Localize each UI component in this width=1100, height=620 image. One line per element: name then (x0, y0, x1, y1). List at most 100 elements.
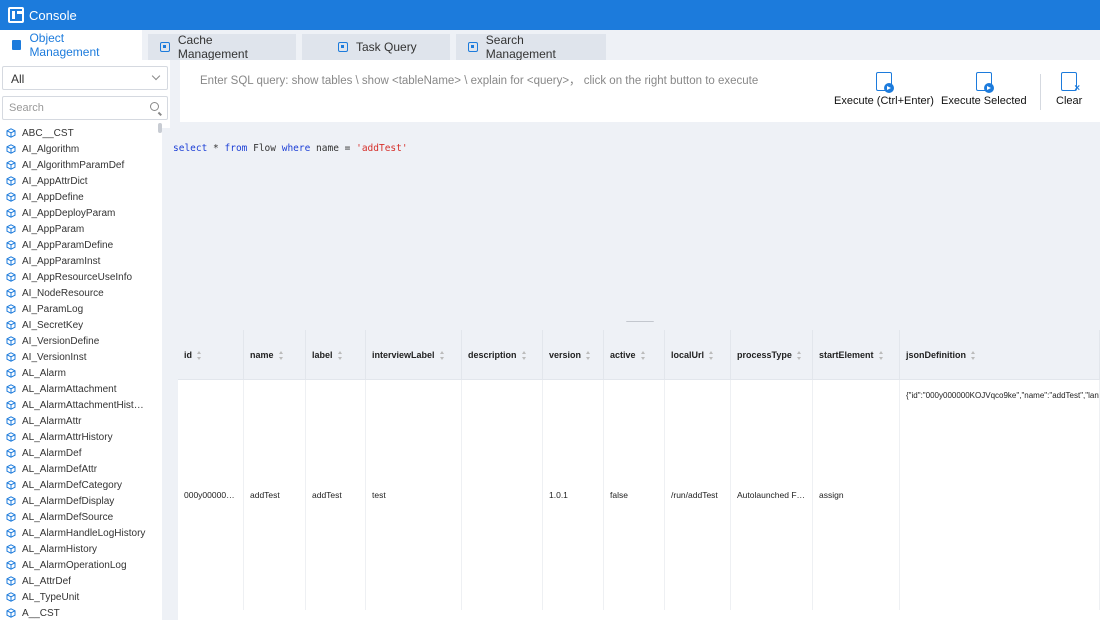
object-filter-select[interactable]: All (2, 66, 168, 90)
object-name: AL_AlarmAttachment (22, 383, 117, 395)
sort-icon[interactable] (640, 350, 646, 360)
search-icon[interactable] (150, 102, 159, 111)
object-name: AI_VersionDefine (22, 335, 100, 347)
sort-icon[interactable] (521, 350, 527, 360)
cell-description (462, 380, 543, 610)
cube-icon (6, 304, 16, 314)
sidebar-object-item[interactable]: AL_AlarmAttachmentHist… (0, 397, 160, 413)
sidebar-object-item[interactable]: AL_AlarmDefAttr (0, 461, 160, 477)
sql-hint: Enter SQL query: show tables \ show <tab… (200, 75, 759, 87)
sidebar-object-item[interactable]: AL_AlarmDefDisplay (0, 493, 160, 509)
sort-icon[interactable] (971, 350, 976, 360)
object-name: AL_AlarmDefSource (22, 511, 114, 523)
sidebar-object-item[interactable]: ABC__CST (0, 125, 160, 141)
sidebar-object-item[interactable]: AL_TypeUnit (0, 589, 160, 605)
clear-button[interactable]: × Clear (1056, 72, 1082, 107)
table-header: id name label interviewLabel description vers… (178, 330, 1100, 380)
cube-icon (6, 496, 16, 506)
object-name: AL_AlarmAttr (22, 415, 82, 427)
tab-search-management[interactable]: Search Management (456, 33, 606, 61)
cell-jsonDefinition: {"id":"000y000000KOJVqco9ke","name":"add… (900, 380, 1100, 610)
json-line: {"id":"000y000000KOJVqco9ke","name":"add… (906, 391, 1095, 400)
cube-icon (6, 432, 16, 442)
sidebar-object-item[interactable]: AI_Algorithm (0, 141, 160, 157)
sidebar-object-item[interactable]: AI_AppDeployParam (0, 205, 160, 221)
sort-icon[interactable] (197, 350, 202, 360)
object-search-input[interactable]: Search (2, 96, 168, 120)
column-header-localUrl[interactable]: localUrl (665, 330, 731, 380)
tab-object-management[interactable]: Object Management (0, 30, 142, 60)
cube-icon (6, 144, 16, 154)
token-star: * (207, 143, 225, 154)
object-name: AL_AlarmDefDisplay (22, 495, 115, 507)
object-sidebar: All Search ABC__CST AI_Algorithm AI_Algori… (0, 60, 170, 620)
execute-label: Execute (Ctrl+Enter) (834, 95, 934, 107)
column-header-processType[interactable]: processType (731, 330, 813, 380)
sidebar-object-item[interactable]: AI_AppResourceUseInfo (0, 269, 160, 285)
cube-icon (6, 400, 16, 410)
sql-editor[interactable]: select * from Flow where name = 'addTest… (162, 128, 1100, 322)
execute-selected-label: Execute Selected (941, 95, 1027, 107)
sort-icon[interactable] (337, 350, 343, 360)
sort-icon[interactable] (439, 350, 445, 360)
sql-query-text[interactable]: select * from Flow where name = 'addTest… (173, 143, 408, 154)
sidebar-object-item[interactable]: AL_AlarmDefSource (0, 509, 160, 525)
token-table: Flow (247, 143, 282, 154)
column-header-active[interactable]: active (604, 330, 665, 380)
cell-startElement: assign (813, 380, 900, 610)
column-header-version[interactable]: version (543, 330, 604, 380)
column-header-interviewLabel[interactable]: interviewLabel (366, 330, 462, 380)
sidebar-object-item[interactable]: AL_Alarm (0, 365, 160, 381)
sidebar-object-item[interactable]: AI_AppParamDefine (0, 237, 160, 253)
sidebar-object-item[interactable]: AL_AttrDef (0, 573, 160, 589)
sort-icon[interactable] (878, 350, 884, 360)
sort-icon[interactable] (278, 350, 284, 360)
cube-icon (6, 160, 16, 170)
column-header-name[interactable]: name (244, 330, 306, 380)
object-name: AI_AppDefine (22, 191, 84, 203)
sidebar-object-item[interactable]: AL_AlarmDef (0, 445, 160, 461)
sort-icon[interactable] (586, 350, 591, 360)
cube-icon (6, 128, 16, 138)
cube-icon (6, 224, 16, 234)
sidebar-object-item[interactable]: AL_AlarmAttrHistory (0, 429, 160, 445)
column-header-description[interactable]: description (462, 330, 543, 380)
sidebar-object-item[interactable]: AI_AlgorithmParamDef (0, 157, 160, 173)
sidebar-object-item[interactable]: AI_NodeResource (0, 285, 160, 301)
sort-icon[interactable] (709, 350, 714, 360)
sidebar-object-item[interactable]: AI_AppParamInst (0, 253, 160, 269)
execute-selected-button[interactable]: Execute Selected (941, 72, 1027, 107)
tab-task-query[interactable]: Task Query (302, 34, 450, 60)
object-name: AI_AppResourceUseInfo (22, 271, 133, 283)
sort-icon[interactable] (796, 350, 802, 360)
sidebar-object-item[interactable]: AL_AlarmHandleLogHistory (0, 525, 160, 541)
column-header-startElement[interactable]: startElement (813, 330, 900, 380)
cube-icon (6, 512, 16, 522)
object-name: AL_TypeUnit (22, 591, 80, 603)
tab-cache-management[interactable]: Cache Management (148, 33, 296, 61)
column-header-jsonDefinition[interactable]: jsonDefinition (900, 330, 1100, 380)
cube-icon (6, 208, 16, 218)
sidebar-object-item[interactable]: AI_VersionInst (0, 349, 160, 365)
execute-selected-icon (975, 72, 994, 93)
sidebar-object-item[interactable]: AL_AlarmAttachment (0, 381, 160, 397)
cube-icon (12, 40, 22, 50)
sidebar-object-item[interactable]: AL_AlarmHistory (0, 541, 160, 557)
toolbar-divider (1040, 74, 1041, 110)
sidebar-object-item[interactable]: AI_SecretKey (0, 317, 160, 333)
sidebar-object-item[interactable]: A__CST (0, 605, 160, 620)
execute-button[interactable]: Execute (Ctrl+Enter) (834, 72, 934, 107)
sidebar-object-item[interactable]: AI_VersionDefine (0, 333, 160, 349)
sidebar-object-item[interactable]: AL_AlarmOperationLog (0, 557, 160, 573)
kw-where: where (281, 143, 311, 154)
sidebar-object-item[interactable]: AL_AlarmDefCategory (0, 477, 160, 493)
sidebar-object-item[interactable]: AI_ParamLog (0, 301, 160, 317)
sidebar-object-item[interactable]: AI_AppDefine (0, 189, 160, 205)
sidebar-object-item[interactable]: AI_AppAttrDict (0, 173, 160, 189)
sidebar-object-item[interactable]: AI_AppParam (0, 221, 160, 237)
column-header-label[interactable]: label (306, 330, 366, 380)
column-header-id[interactable]: id (178, 330, 244, 380)
sidebar-object-item[interactable]: AL_AlarmAttr (0, 413, 160, 429)
cell-label: addTest (306, 380, 366, 610)
token-field: name (310, 143, 345, 154)
